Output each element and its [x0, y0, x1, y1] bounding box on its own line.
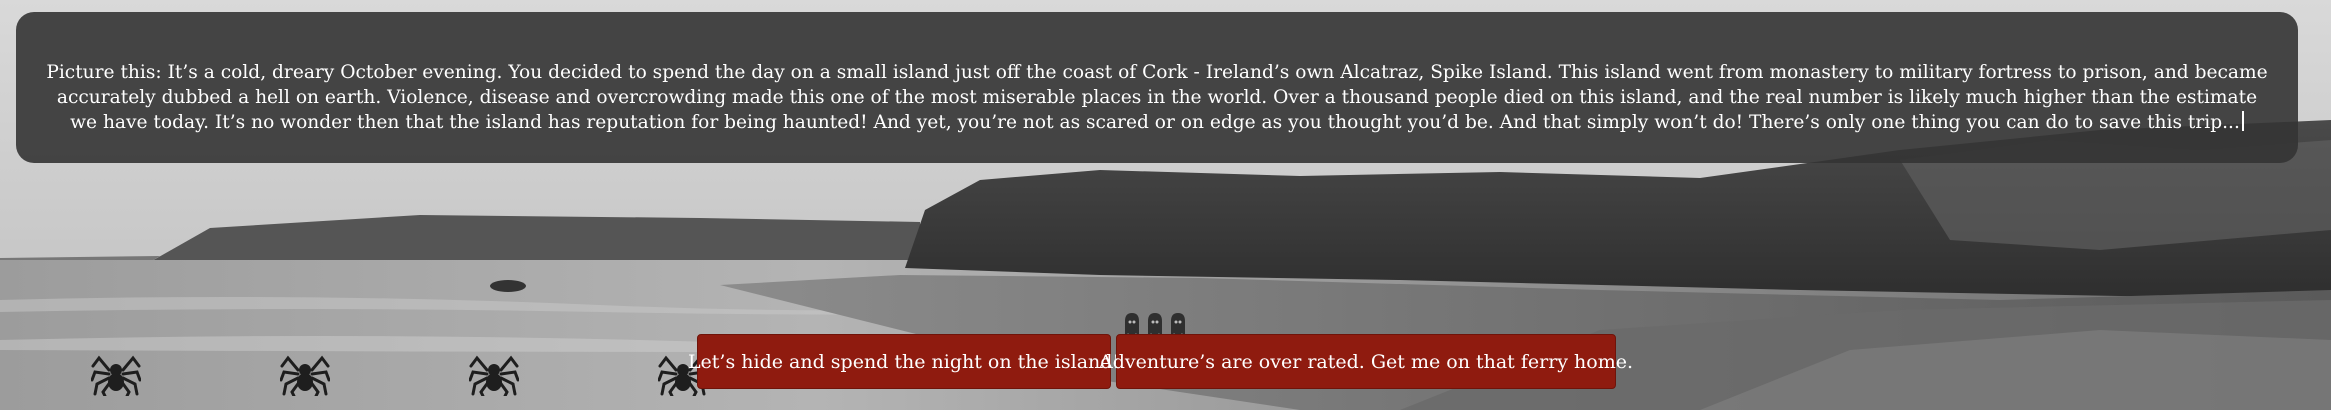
text-cursor: [2241, 111, 2244, 131]
spider-icon: [280, 355, 330, 396]
story-text-panel: Picture this: It’s a cold, dreary Octobe…: [16, 12, 2298, 163]
spider-icon: [91, 355, 141, 396]
choice-ferry-home-button[interactable]: Adventure’s are over rated. Get me on th…: [1099, 334, 1633, 389]
story-text: Picture this: It’s a cold, dreary Octobe…: [46, 62, 2268, 133]
spider-icon: [469, 355, 519, 396]
choice-hide-on-island-button[interactable]: Let’s hide and spend the night on the is…: [688, 334, 1120, 389]
